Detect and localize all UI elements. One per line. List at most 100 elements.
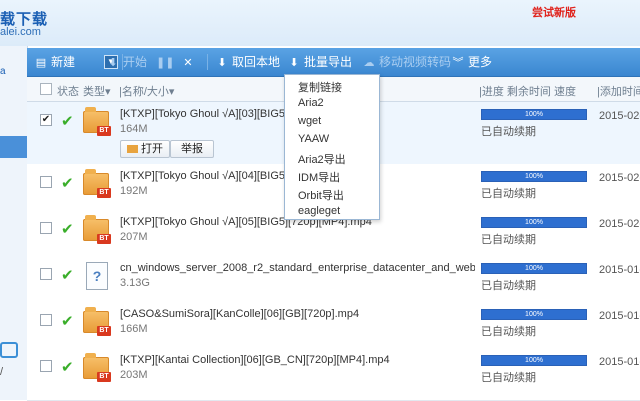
menu-item-eagleget[interactable]: eagleget: [298, 205, 340, 217]
row-checkbox[interactable]: [40, 360, 52, 372]
sidebar-item-a-label: a: [0, 66, 6, 77]
pause-icon: ❚❚: [156, 57, 175, 69]
menu-item-idm-export[interactable]: IDM导出: [298, 169, 340, 185]
new-task-button[interactable]: ▤ 新建: [35, 48, 75, 76]
column-name-size-label: |名称/大小: [119, 86, 169, 98]
batch-export-button[interactable]: ⬇ 批量导出: [288, 48, 352, 76]
file-type-icon: ?: [83, 262, 111, 290]
file-type-icon: BT: [83, 215, 111, 244]
file-type-icon: BT: [83, 307, 111, 336]
caret-down-icon: ▾: [168, 86, 175, 98]
progress-bar: 100%: [481, 171, 587, 182]
progress-bar: 100%: [481, 109, 587, 120]
task-row[interactable]: ✔ BT [CASO&SumiSora][KanColle][06][GB][720…: [27, 302, 640, 349]
task-name[interactable]: cn_windows_server_2008_r2_standard_enter…: [120, 262, 475, 274]
column-type-sort[interactable]: 类型▾: [83, 83, 111, 99]
menu-item-aria2-export[interactable]: Aria2导出: [298, 151, 346, 167]
file-type-icon: BT: [83, 169, 111, 198]
row-checkbox[interactable]: [40, 314, 52, 326]
sidebar-item-a[interactable]: a: [0, 66, 27, 88]
task-size: 203M: [120, 369, 148, 381]
bt-badge-icon: BT: [97, 234, 111, 244]
task-added-date: 2015-01-: [599, 356, 640, 368]
fetch-local-button[interactable]: ⬇ 取回本地: [216, 48, 280, 76]
complete-check-icon: ✔: [61, 175, 74, 192]
start-label: 开始: [123, 55, 148, 69]
row-checkbox[interactable]: [40, 268, 52, 280]
row-checkbox[interactable]: [40, 176, 52, 188]
complete-check-icon: ✔: [61, 221, 74, 238]
task-row[interactable]: ✔ BT [KTXP][Kantai Collection][06][GB_CN][…: [27, 348, 640, 401]
menu-item-aria2[interactable]: Aria2: [298, 97, 324, 109]
progress-bar: 100%: [481, 355, 587, 366]
batch-export-label: 批量导出: [304, 55, 353, 69]
select-all-checkbox[interactable]: [40, 83, 52, 95]
folder-icon: BT: [83, 169, 111, 198]
open-label: 打开: [141, 143, 163, 155]
progress-bar: 100%: [481, 217, 587, 228]
move-transcode-button[interactable]: ☁ 移动视频转码: [363, 48, 452, 76]
task-row[interactable]: ✔? cn_windows_server_2008_r2_standard_ent…: [27, 256, 640, 303]
column-name-size[interactable]: |名称/大小▾: [119, 83, 174, 99]
progress-text: 100%: [525, 357, 543, 364]
move-transcode-label: 移动视频转码: [379, 55, 452, 69]
task-added-date: 2015-01-: [599, 264, 640, 276]
batch-export-menu: 复制链接 Aria2 wget YAAW Aria2导出 IDM导出 Orbit…: [284, 74, 380, 220]
open-button[interactable]: 打开: [120, 140, 170, 158]
delete-button[interactable]: ✕: [182, 48, 198, 76]
new-task-label: 新建: [51, 55, 76, 69]
more-button[interactable]: ︾ 更多: [452, 48, 493, 76]
file-type-icon: BT: [83, 107, 111, 136]
fetch-local-label: 取回本地: [232, 55, 281, 69]
file-type-icon: BT: [83, 353, 111, 382]
sidebar-item-selected[interactable]: [0, 136, 27, 158]
complete-check-icon: ✔: [61, 267, 74, 284]
task-status: 已自动续期: [481, 372, 536, 384]
task-size: 3.13G: [120, 277, 150, 289]
folder-icon: BT: [83, 307, 111, 336]
task-added-date: 2015-01-: [599, 310, 640, 322]
progress-text: 100%: [525, 219, 543, 226]
menu-item-yaaw[interactable]: YAAW: [298, 133, 329, 145]
menu-item-wget[interactable]: wget: [298, 115, 321, 127]
progress-text: 100%: [525, 173, 543, 180]
task-size: 192M: [120, 185, 148, 197]
try-new-version-link[interactable]: 尝试新版: [532, 4, 576, 20]
complete-check-icon: ✔: [61, 359, 74, 376]
task-added-date: 2015-02-: [599, 218, 640, 230]
menu-item-copy-link[interactable]: 复制链接: [298, 79, 342, 95]
pause-button[interactable]: ❚❚: [156, 48, 175, 76]
task-added-date: 2015-02-: [599, 172, 640, 184]
progress-text: 100%: [525, 311, 543, 318]
folder-icon: BT: [83, 215, 111, 244]
report-button[interactable]: 举报: [170, 140, 214, 158]
complete-check-icon: ✔: [61, 113, 74, 130]
task-added-date: 2015-02-: [599, 110, 640, 122]
task-status: 已自动续期: [481, 326, 536, 338]
new-file-icon: ▤: [35, 57, 47, 69]
column-added-time: |添加时间: [597, 86, 640, 98]
menu-item-orbit-export[interactable]: Orbit导出: [298, 187, 344, 203]
complete-check-icon: ✔: [61, 313, 74, 330]
progress-bar: 100%: [481, 263, 587, 274]
task-name[interactable]: [CASO&SumiSora][KanColle][06][GB][720p].…: [120, 308, 475, 320]
task-name[interactable]: [KTXP][Kantai Collection][06][GB_CN][720…: [120, 354, 475, 366]
row-checkbox[interactable]: [40, 222, 52, 234]
task-size: 207M: [120, 231, 148, 243]
sidebar-bottom-text: /: [0, 366, 4, 378]
top-header: 载下载 alei.com 尝试新版: [0, 0, 640, 46]
progress-bar: 100%: [481, 309, 587, 320]
row-checkbox[interactable]: ✔: [40, 114, 52, 126]
bt-badge-icon: BT: [97, 188, 111, 198]
start-button-content: ⬇ 开始: [107, 48, 147, 76]
export-icon: ⬇: [289, 57, 299, 69]
tv-icon[interactable]: [0, 342, 18, 358]
unknown-file-icon: ?: [86, 262, 108, 290]
bt-badge-icon: BT: [97, 126, 111, 136]
folder-icon: BT: [83, 353, 111, 382]
bt-badge-icon: BT: [97, 372, 111, 382]
progress-text: 100%: [525, 265, 543, 272]
column-type-label: 类型: [83, 86, 105, 98]
column-progress: |进度 剩余时间 速度: [479, 86, 576, 98]
column-status: 状态: [57, 86, 79, 98]
